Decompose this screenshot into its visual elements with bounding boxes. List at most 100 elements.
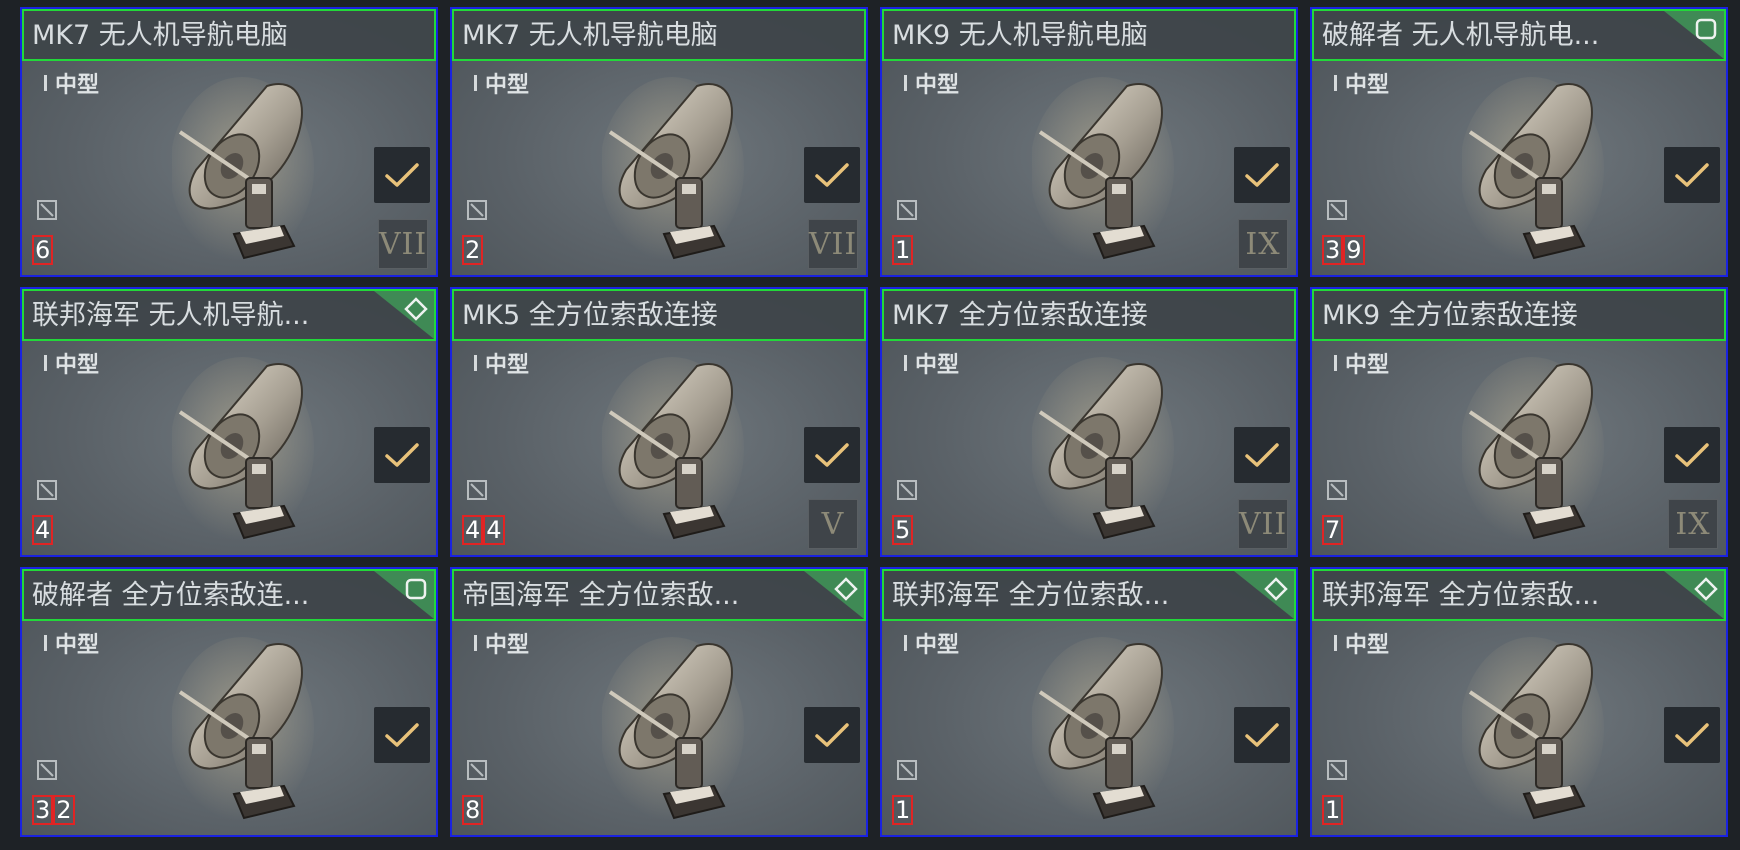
item-card[interactable]: 联邦海军 全方位索敌... 中型 1: [880, 567, 1298, 837]
quantity-digit: 1: [892, 235, 914, 265]
selected-checkbox[interactable]: [1664, 707, 1720, 763]
item-quantity: 1: [892, 795, 914, 825]
selected-checkbox[interactable]: [374, 707, 430, 763]
item-card[interactable]: 破解者 无人机导航电... 中型 3 9: [1310, 7, 1728, 277]
radar-dish-icon: [172, 637, 314, 821]
check-icon: [1675, 163, 1709, 187]
selected-checkbox[interactable]: [804, 707, 860, 763]
item-size-label: 中型: [485, 353, 530, 378]
quantity-digit: 7: [1322, 515, 1344, 545]
item-name: 联邦海军 无人机导航...: [32, 300, 310, 331]
quantity-digit: 9: [1343, 235, 1365, 265]
item-card[interactable]: MK9 全方位索敌连接 中型 IX 7: [1310, 287, 1728, 557]
item-size-row: 中型: [904, 349, 960, 378]
item-card[interactable]: 联邦海军 全方位索敌... 中型 1: [1310, 567, 1728, 837]
item-grid: MK7 无人机导航电脑 中型 VII 6 MK7 无人机导航电脑 中型 VII …: [20, 7, 1728, 837]
item-size-row: 中型: [904, 629, 960, 658]
item-card[interactable]: 联邦海军 无人机导航... 中型 4: [20, 287, 438, 557]
item-card[interactable]: MK7 无人机导航电脑 中型: [450, 7, 868, 277]
selected-checkbox[interactable]: [374, 427, 430, 483]
item-title-bar: MK7 全方位索敌连接: [882, 289, 1296, 341]
item-quantity: 2: [462, 235, 484, 265]
item-size-label: 中型: [915, 633, 960, 658]
size-bar-icon: [44, 355, 47, 371]
item-card[interactable]: MK5 全方位索敌连接 中型 V 4 4: [450, 287, 868, 557]
diamond-icon: [404, 297, 428, 321]
item-title-bar: MK5 全方位索敌连接: [452, 289, 866, 341]
slot-icon: [467, 200, 487, 220]
selected-checkbox[interactable]: [1234, 427, 1290, 483]
item-name: 联邦海军 全方位索敌...: [892, 580, 1170, 611]
item-size-row: 中型: [904, 69, 960, 98]
check-icon: [815, 163, 849, 187]
tier-badge: IX: [1238, 219, 1288, 269]
selected-checkbox[interactable]: [1234, 707, 1290, 763]
item-quantity: 8: [462, 795, 484, 825]
check-icon: [385, 163, 419, 187]
item-name: MK7 无人机导航电脑: [32, 20, 288, 51]
item-title-bar: 破解者 无人机导航电...: [1312, 9, 1726, 61]
slot-icon: [37, 480, 57, 500]
tier-badge: VII: [378, 219, 428, 269]
item-size-label: 中型: [1345, 353, 1390, 378]
item-quantity: 32: [32, 795, 75, 825]
item-title-bar: MK9 全方位索敌连接: [1312, 289, 1726, 341]
selected-checkbox[interactable]: [1234, 147, 1290, 203]
size-bar-icon: [474, 75, 477, 91]
selected-checkbox[interactable]: [1664, 147, 1720, 203]
check-icon: [1675, 723, 1709, 747]
quantity-digit: 6: [32, 235, 54, 265]
item-size-label: 中型: [915, 73, 960, 98]
item-quantity: 6: [32, 235, 54, 265]
size-bar-icon: [44, 75, 47, 91]
item-card[interactable]: 破解者 全方位索敌连... 中型 3 2: [20, 567, 438, 837]
item-name: MK7 全方位索敌连接: [892, 300, 1148, 331]
slot-icon: [1327, 760, 1347, 780]
item-size-label: 中型: [55, 353, 100, 378]
item-size-label: 中型: [915, 353, 960, 378]
item-quantity: 4: [32, 515, 54, 545]
selected-checkbox[interactable]: [804, 147, 860, 203]
item-title-bar: MK7 无人机导航电脑: [22, 9, 436, 61]
item-size-row: 中型: [1334, 69, 1389, 98]
radar-dish-icon: [1462, 77, 1604, 261]
item-title-bar: MK9 无人机导航电脑: [882, 9, 1296, 61]
tier-badge: V: [808, 499, 858, 549]
selected-checkbox[interactable]: [1664, 427, 1720, 483]
item-size-row: 中型: [1334, 349, 1390, 378]
item-quantity: 7: [1322, 515, 1344, 545]
slot-icon: [897, 480, 917, 500]
item-name: 帝国海军 全方位索敌...: [462, 580, 740, 611]
size-bar-icon: [1334, 75, 1337, 91]
check-icon: [385, 443, 419, 467]
item-size-label: 中型: [1345, 633, 1390, 658]
quantity-digit: 4: [32, 515, 54, 545]
quantity-digit: 2: [462, 235, 484, 265]
check-icon: [385, 723, 419, 747]
item-card[interactable]: MK7 无人机导航电脑 中型: [20, 7, 438, 277]
item-title-bar: 联邦海军 全方位索敌...: [882, 569, 1296, 621]
item-size-label: 中型: [55, 73, 100, 98]
item-size-row: 中型: [44, 69, 100, 98]
selected-checkbox[interactable]: [804, 427, 860, 483]
item-name: 破解者 全方位索敌连...: [32, 580, 310, 611]
item-card[interactable]: 帝国海军 全方位索敌... 中型 8: [450, 567, 868, 837]
slot-icon: [897, 760, 917, 780]
item-name: MK7 无人机导航电脑: [462, 20, 718, 51]
item-quantity: 5: [892, 515, 914, 545]
item-name: MK5 全方位索敌连接: [462, 300, 718, 331]
item-title-bar: 破解者 全方位索敌连...: [22, 569, 436, 621]
radar-dish-icon: [1032, 637, 1174, 821]
item-size-label: 中型: [485, 73, 530, 98]
radar-dish-icon: [1032, 357, 1174, 541]
tier-badge: VII: [1238, 499, 1288, 549]
item-size-row: 中型: [474, 349, 530, 378]
item-size-row: 中型: [44, 349, 100, 378]
item-card[interactable]: MK9 无人机导航电脑 中型 IX 1: [880, 7, 1298, 277]
slot-icon: [467, 480, 487, 500]
square-icon: [1695, 18, 1717, 40]
square-icon: [405, 578, 427, 600]
item-size-row: 中型: [474, 69, 530, 98]
selected-checkbox[interactable]: [374, 147, 430, 203]
item-card[interactable]: MK7 全方位索敌连接 中型 VII 5: [880, 287, 1298, 557]
